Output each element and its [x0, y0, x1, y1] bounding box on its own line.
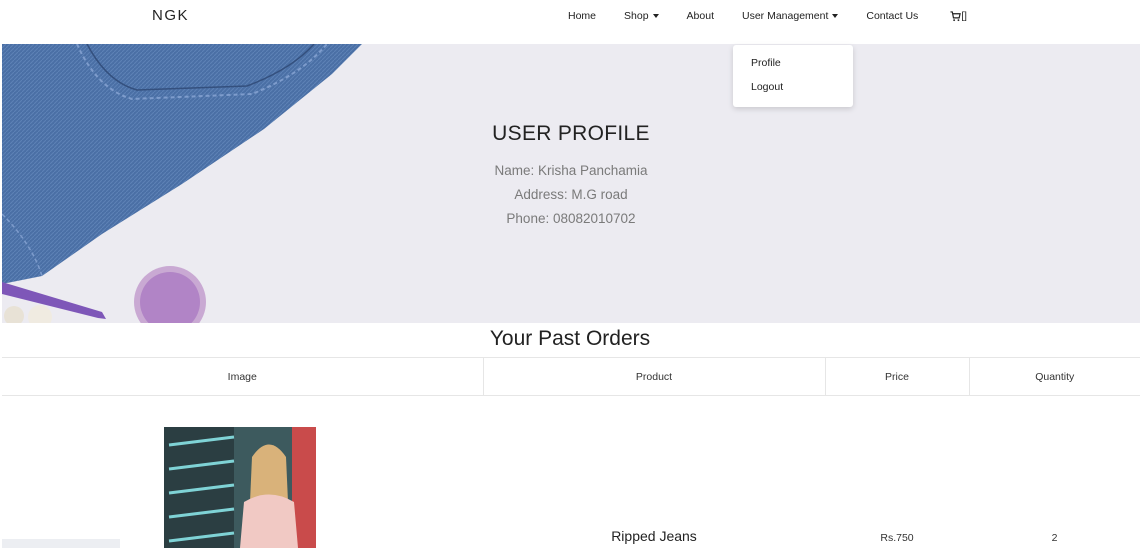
nav-user-management-label: User Management [742, 10, 829, 22]
column-header-quantity: Quantity [969, 357, 1140, 396]
profile-hero: USER PROFILE Name: Krisha Panchamia Addr… [2, 44, 1140, 323]
nav-menu: Home Shop About User Management Contact … [568, 10, 967, 22]
menu-item-logout[interactable]: Logout [733, 80, 853, 104]
profile-name: Name: Krisha Panchamia [494, 163, 648, 178]
nav-contact[interactable]: Contact Us [866, 10, 918, 22]
nav-shop[interactable]: Shop [624, 10, 659, 22]
cell-product: Ripped Jeans [611, 527, 697, 544]
profile-details: USER PROFILE Name: Krisha Panchamia Addr… [2, 122, 1140, 226]
profile-address: Address: M.G road [514, 187, 628, 202]
orders-title: Your Past Orders [489, 327, 651, 350]
navbar: NGK Home Shop About User Management Cont… [0, 0, 1140, 44]
cell-quantity: 2 [1051, 531, 1058, 544]
brand-logo[interactable]: NGK [152, 7, 189, 24]
column-header-product: Product [483, 357, 826, 396]
column-header-price: Price [825, 357, 970, 396]
column-header-image: Image [2, 357, 484, 396]
nav-contact-label: Contact Us [866, 10, 919, 22]
cart-count: [] [961, 10, 967, 22]
table-header-row: Image Product Price Quantity [2, 357, 1140, 396]
nav-home-label: Home [568, 10, 597, 22]
user-management-dropdown: Profile Logout [733, 45, 853, 107]
product-photo [164, 427, 316, 548]
caret-down-icon [652, 14, 659, 18]
footer-strip [2, 539, 120, 548]
caret-down-icon [832, 14, 839, 18]
nav-about[interactable]: About [687, 10, 714, 22]
cart-icon [950, 10, 962, 21]
cart-button[interactable]: [] [950, 11, 967, 22]
nav-home[interactable]: Home [568, 10, 596, 22]
cell-price: Rs.750 [880, 531, 914, 544]
profile-phone: Phone: 08082010702 [506, 211, 636, 226]
nav-user-management[interactable]: User Management [742, 10, 839, 22]
menu-item-profile[interactable]: Profile [733, 56, 853, 80]
nav-shop-label: Shop [624, 10, 649, 22]
nav-about-label: About [686, 10, 714, 22]
profile-title: USER PROFILE [492, 122, 650, 145]
